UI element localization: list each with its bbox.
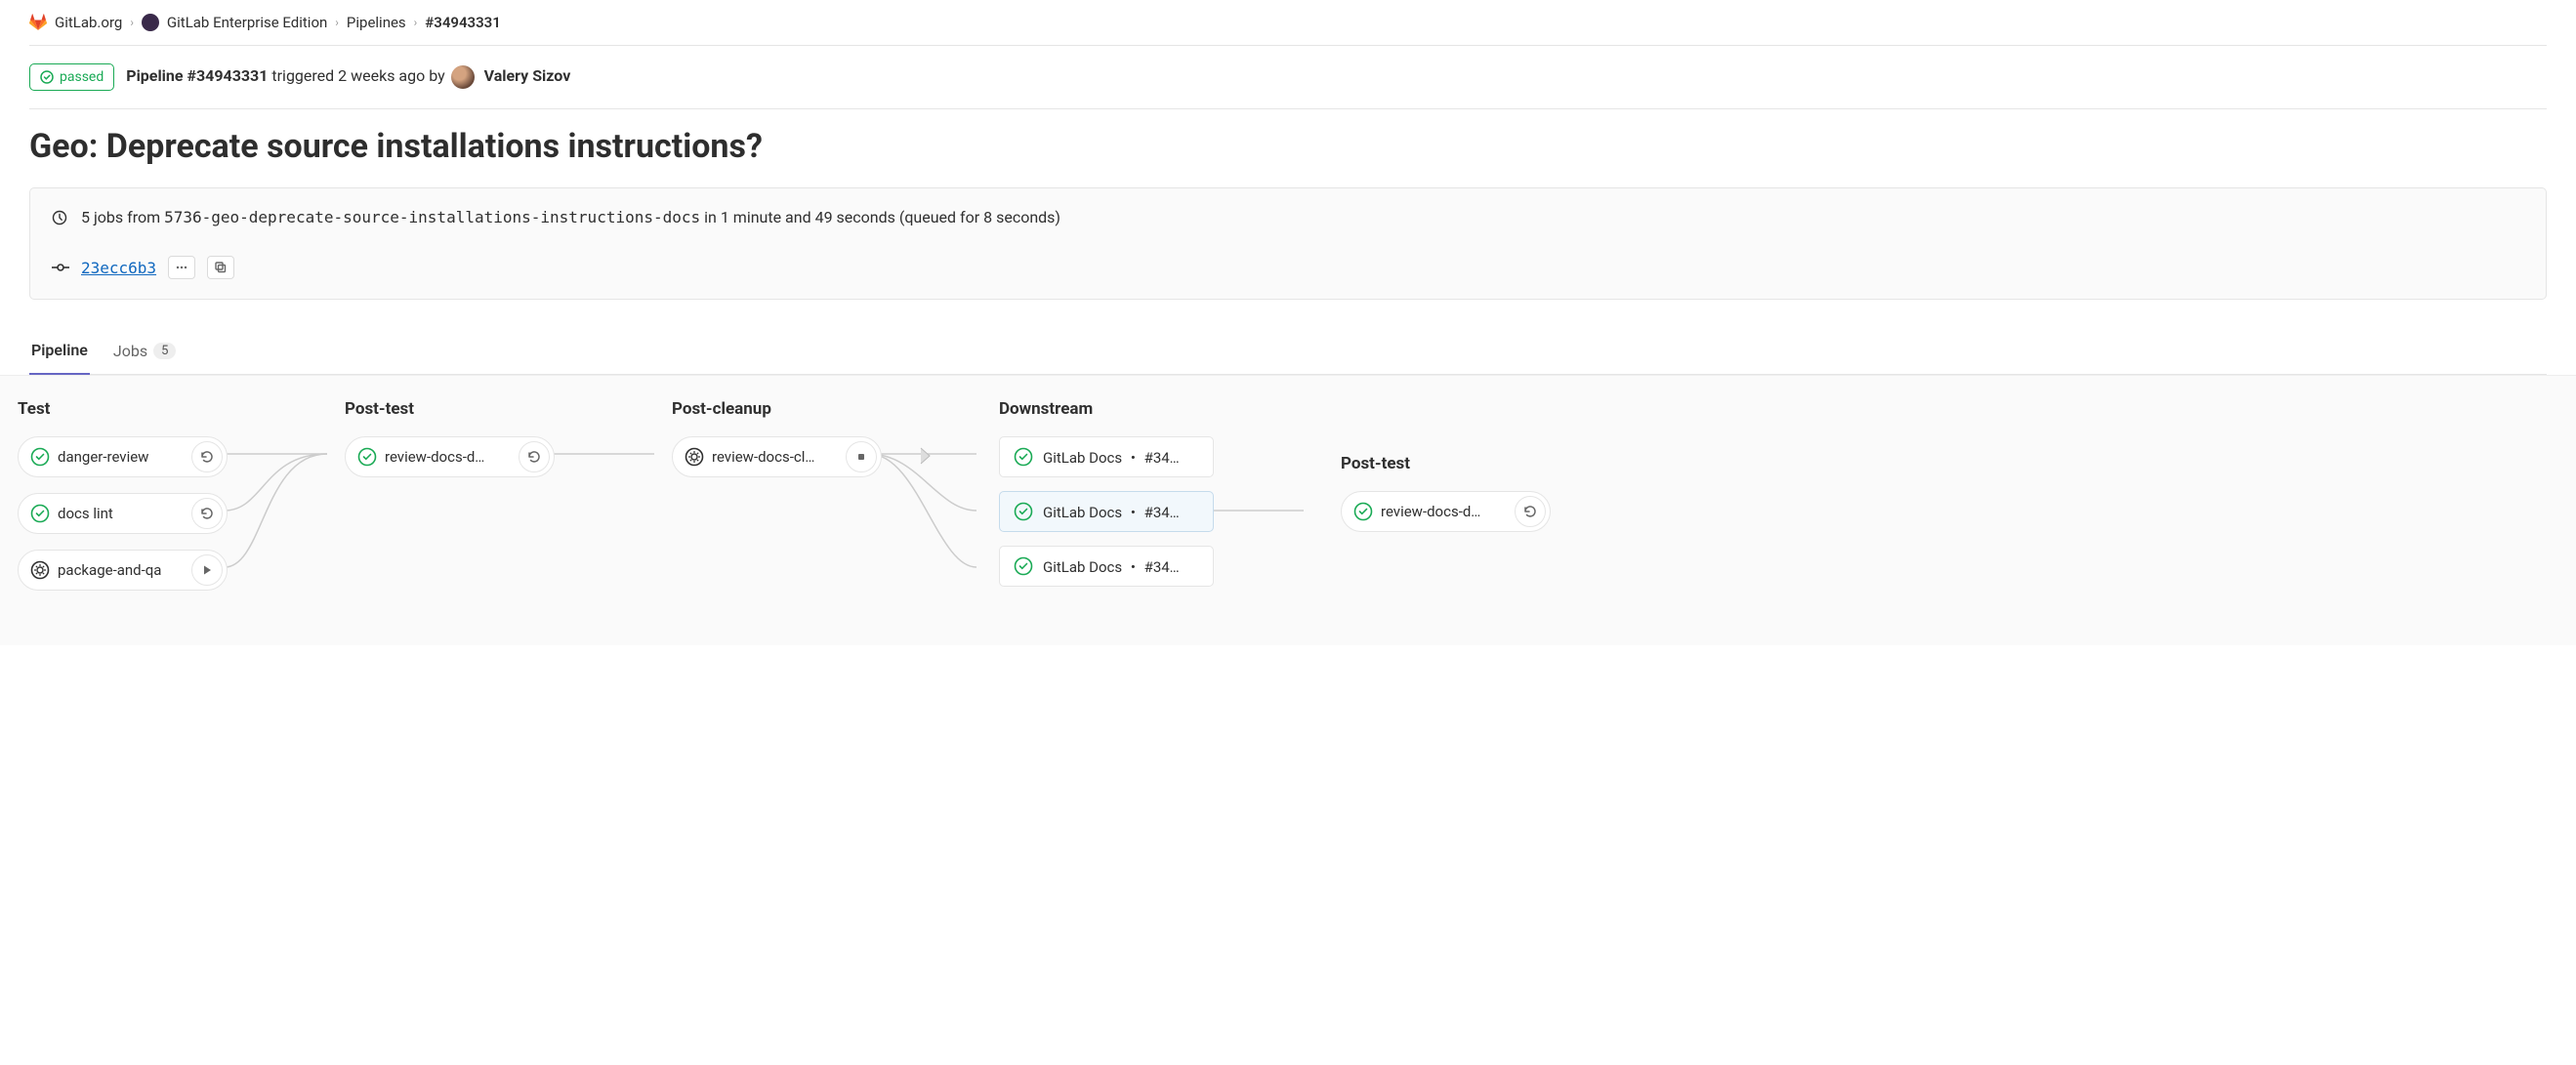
job-label: review-docs-d…: [385, 448, 519, 466]
status-passed-icon: [1014, 447, 1033, 467]
retry-button[interactable]: [191, 498, 223, 529]
stage-title: Post-cleanup: [672, 399, 882, 419]
status-passed-icon: [30, 504, 50, 523]
job-label: danger-review: [58, 448, 191, 466]
retry-button[interactable]: [191, 441, 223, 472]
stage-title: Downstream: [999, 399, 1224, 419]
status-passed-icon: [1353, 502, 1373, 521]
tab-pipeline[interactable]: Pipeline: [29, 327, 90, 375]
breadcrumb-project[interactable]: GitLab Enterprise Edition: [167, 14, 327, 31]
job-review-docs-cleanup[interactable]: review-docs-cl…: [672, 436, 882, 477]
copy-sha-button[interactable]: [207, 256, 234, 279]
gitlab-icon: [29, 14, 47, 31]
stage-title: Post-test: [345, 399, 555, 419]
job-review-docs-deploy-downstream[interactable]: review-docs-d…: [1341, 491, 1551, 532]
retry-button[interactable]: [1515, 496, 1546, 527]
job-danger-review[interactable]: danger-review: [18, 436, 228, 477]
pipeline-info-panel: 5 jobs from 5736-geo-deprecate-source-in…: [29, 187, 2547, 300]
tabs: Pipeline Jobs 5: [29, 327, 2547, 375]
breadcrumb-pipelines[interactable]: Pipelines: [347, 14, 406, 31]
job-review-docs-deploy[interactable]: review-docs-d…: [345, 436, 555, 477]
chevron-right-icon: ›: [130, 16, 134, 29]
expand-chevron-icon[interactable]: [920, 447, 934, 465]
breadcrumb-current: #34943331: [425, 14, 501, 31]
play-button[interactable]: [191, 554, 223, 586]
chevron-right-icon: ›: [335, 16, 339, 29]
status-passed-icon: [1014, 502, 1033, 521]
job-package-and-qa[interactable]: package-and-qa: [18, 550, 228, 591]
status-passed-icon: [1014, 556, 1033, 576]
stage-downstream: Downstream GitLab Docs ・ #34… GitLab Doc…: [999, 399, 1224, 606]
job-docs-lint[interactable]: docs lint: [18, 493, 228, 534]
tab-jobs[interactable]: Jobs 5: [111, 327, 179, 374]
author-name[interactable]: Valery Sizov: [484, 66, 571, 85]
stage-test: Test danger-review docs lint package-and…: [18, 399, 228, 606]
retry-icon: [200, 507, 214, 520]
retry-icon: [527, 450, 541, 464]
play-icon: [200, 563, 214, 577]
downstream-label: GitLab Docs ・ #34…: [1043, 502, 1180, 522]
stage-title: Test: [18, 399, 228, 419]
retry-icon: [1523, 505, 1537, 518]
ellipsis-icon: [175, 261, 188, 274]
stage-post-cleanup: Post-cleanup review-docs-cl…: [672, 399, 882, 606]
commit-icon: [52, 259, 69, 276]
status-passed-icon: [30, 447, 50, 467]
downstream-label: GitLab Docs ・ #34…: [1043, 556, 1180, 577]
downstream-pipeline-0[interactable]: GitLab Docs ・ #34…: [999, 436, 1214, 477]
status-passed-icon: [357, 447, 377, 467]
pipeline-title: Geo: Deprecate source installations inst…: [29, 109, 2547, 187]
tab-jobs-count: 5: [153, 343, 176, 359]
stop-button[interactable]: [846, 441, 877, 472]
tab-jobs-label: Jobs: [113, 342, 147, 360]
downstream-pipeline-1[interactable]: GitLab Docs ・ #34…: [999, 491, 1214, 532]
job-label: docs lint: [58, 505, 191, 522]
branch-name[interactable]: 5736-geo-deprecate-source-installations-…: [164, 208, 700, 226]
jobs-summary-line: 5 jobs from 5736-geo-deprecate-source-in…: [52, 208, 2524, 226]
check-circle-icon: [40, 70, 54, 84]
commit-sha-link[interactable]: 23ecc6b3: [81, 259, 156, 277]
job-label: review-docs-cl…: [712, 448, 846, 466]
retry-icon: [200, 450, 214, 464]
breadcrumb: GitLab.org › GitLab Enterprise Edition ›…: [29, 0, 2547, 45]
breadcrumb-org[interactable]: GitLab.org: [55, 14, 122, 31]
status-manual-icon: [30, 560, 50, 580]
job-label: review-docs-d…: [1381, 503, 1515, 520]
status-manual-icon: [685, 447, 704, 467]
retry-button[interactable]: [519, 441, 550, 472]
status-badge-passed[interactable]: passed: [29, 63, 114, 91]
job-label: package-and-qa: [58, 561, 191, 579]
downstream-label: GitLab Docs ・ #34…: [1043, 447, 1180, 468]
pipeline-graph: Test danger-review docs lint package-and…: [0, 375, 2576, 645]
stage-downstream-post-test: Post-test review-docs-d…: [1341, 399, 1551, 606]
project-avatar-icon: [142, 14, 159, 31]
pipeline-status-row: passed Pipeline #34943331 triggered 2 we…: [29, 46, 2547, 108]
chevron-right-icon: ›: [414, 16, 418, 29]
author-avatar[interactable]: [451, 65, 475, 89]
stage-title: Post-test: [1341, 454, 1551, 473]
copy-icon: [214, 261, 228, 274]
downstream-pipeline-2[interactable]: GitLab Docs ・ #34…: [999, 546, 1214, 587]
status-badge-label: passed: [60, 69, 104, 85]
clock-icon: [52, 210, 67, 225]
stage-post-test: Post-test review-docs-d…: [345, 399, 555, 606]
stop-icon: [854, 450, 868, 464]
pipeline-trigger-text: Pipeline #34943331 triggered 2 weeks ago…: [126, 65, 570, 89]
commit-line: 23ecc6b3: [52, 256, 2524, 279]
more-actions-button[interactable]: [168, 256, 195, 279]
